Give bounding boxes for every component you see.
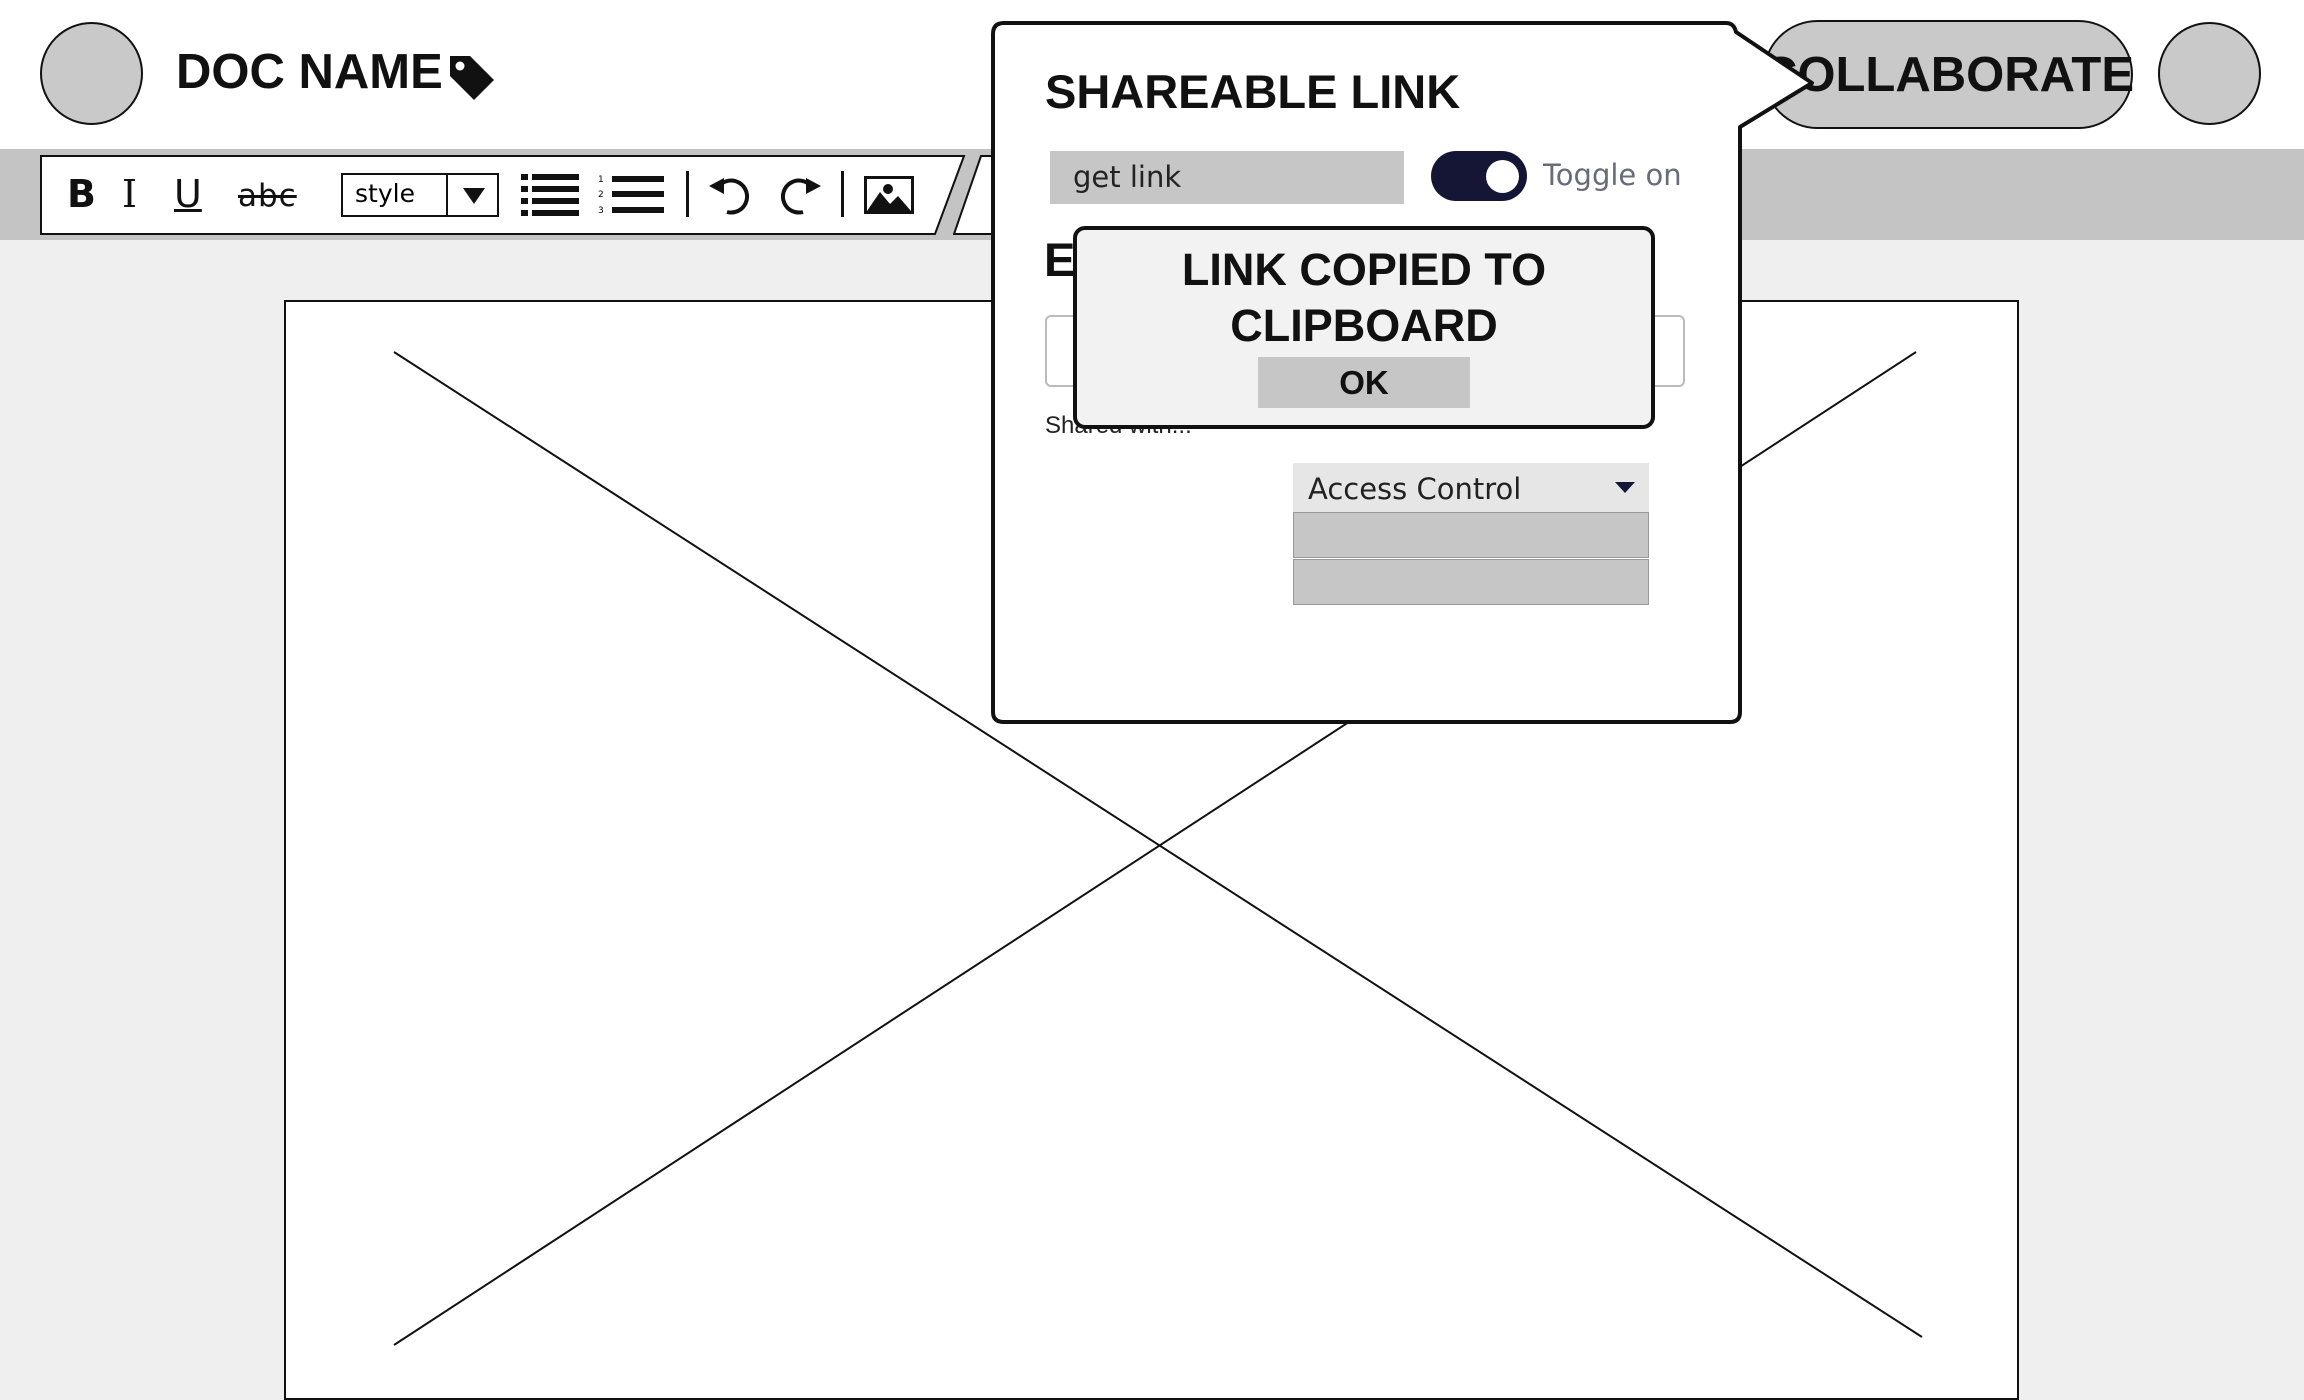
access-option[interactable] bbox=[1293, 559, 1649, 605]
chevron-down-icon bbox=[463, 188, 485, 204]
toggle-label: Toggle on bbox=[1543, 158, 1682, 192]
redo-icon[interactable] bbox=[773, 174, 823, 216]
doc-name[interactable]: DOC NAME bbox=[176, 42, 443, 102]
list-number-2: 2 bbox=[598, 190, 604, 200]
caret-down-icon bbox=[1615, 482, 1635, 493]
get-link-value: get link bbox=[1073, 160, 1182, 194]
bold-icon[interactable]: B bbox=[67, 172, 96, 216]
underline-icon[interactable]: U bbox=[174, 172, 202, 216]
user-avatar[interactable] bbox=[2158, 22, 2261, 125]
access-option[interactable] bbox=[1293, 512, 1649, 558]
strikethrough-icon[interactable]: abc bbox=[238, 178, 297, 214]
link-sharing-toggle[interactable] bbox=[1431, 151, 1527, 201]
link-copied-dialog: LINK COPIED TO CLIPBOARD OK bbox=[1073, 226, 1655, 429]
app-menu-avatar[interactable] bbox=[40, 22, 143, 125]
toolbar-divider bbox=[686, 171, 689, 217]
italic-icon[interactable]: I bbox=[122, 172, 137, 216]
toolbar-divider bbox=[841, 171, 844, 217]
style-value: style bbox=[355, 179, 415, 208]
bulleted-list-icon[interactable] bbox=[521, 172, 581, 218]
undo-icon[interactable] bbox=[707, 174, 757, 216]
toggle-knob bbox=[1486, 160, 1519, 193]
popover-title: SHAREABLE LINK bbox=[1045, 65, 1461, 118]
insert-image-icon[interactable] bbox=[864, 176, 914, 214]
access-control-select[interactable]: Access Control bbox=[1293, 463, 1649, 512]
list-number-1: 1 bbox=[598, 175, 604, 185]
email-heading: E bbox=[1044, 233, 1076, 286]
ok-button[interactable]: OK bbox=[1258, 357, 1470, 408]
list-number-3: 3 bbox=[598, 206, 604, 216]
dialog-message: LINK COPIED TO CLIPBOARD bbox=[1181, 244, 1547, 351]
get-link-field[interactable]: get link bbox=[1050, 151, 1404, 204]
style-divider bbox=[446, 175, 448, 215]
tag-icon[interactable] bbox=[446, 52, 498, 102]
access-control-label: Access Control bbox=[1308, 472, 1522, 506]
numbered-list-icon[interactable]: 1 2 3 bbox=[598, 172, 666, 218]
style-select[interactable]: style bbox=[341, 173, 499, 217]
